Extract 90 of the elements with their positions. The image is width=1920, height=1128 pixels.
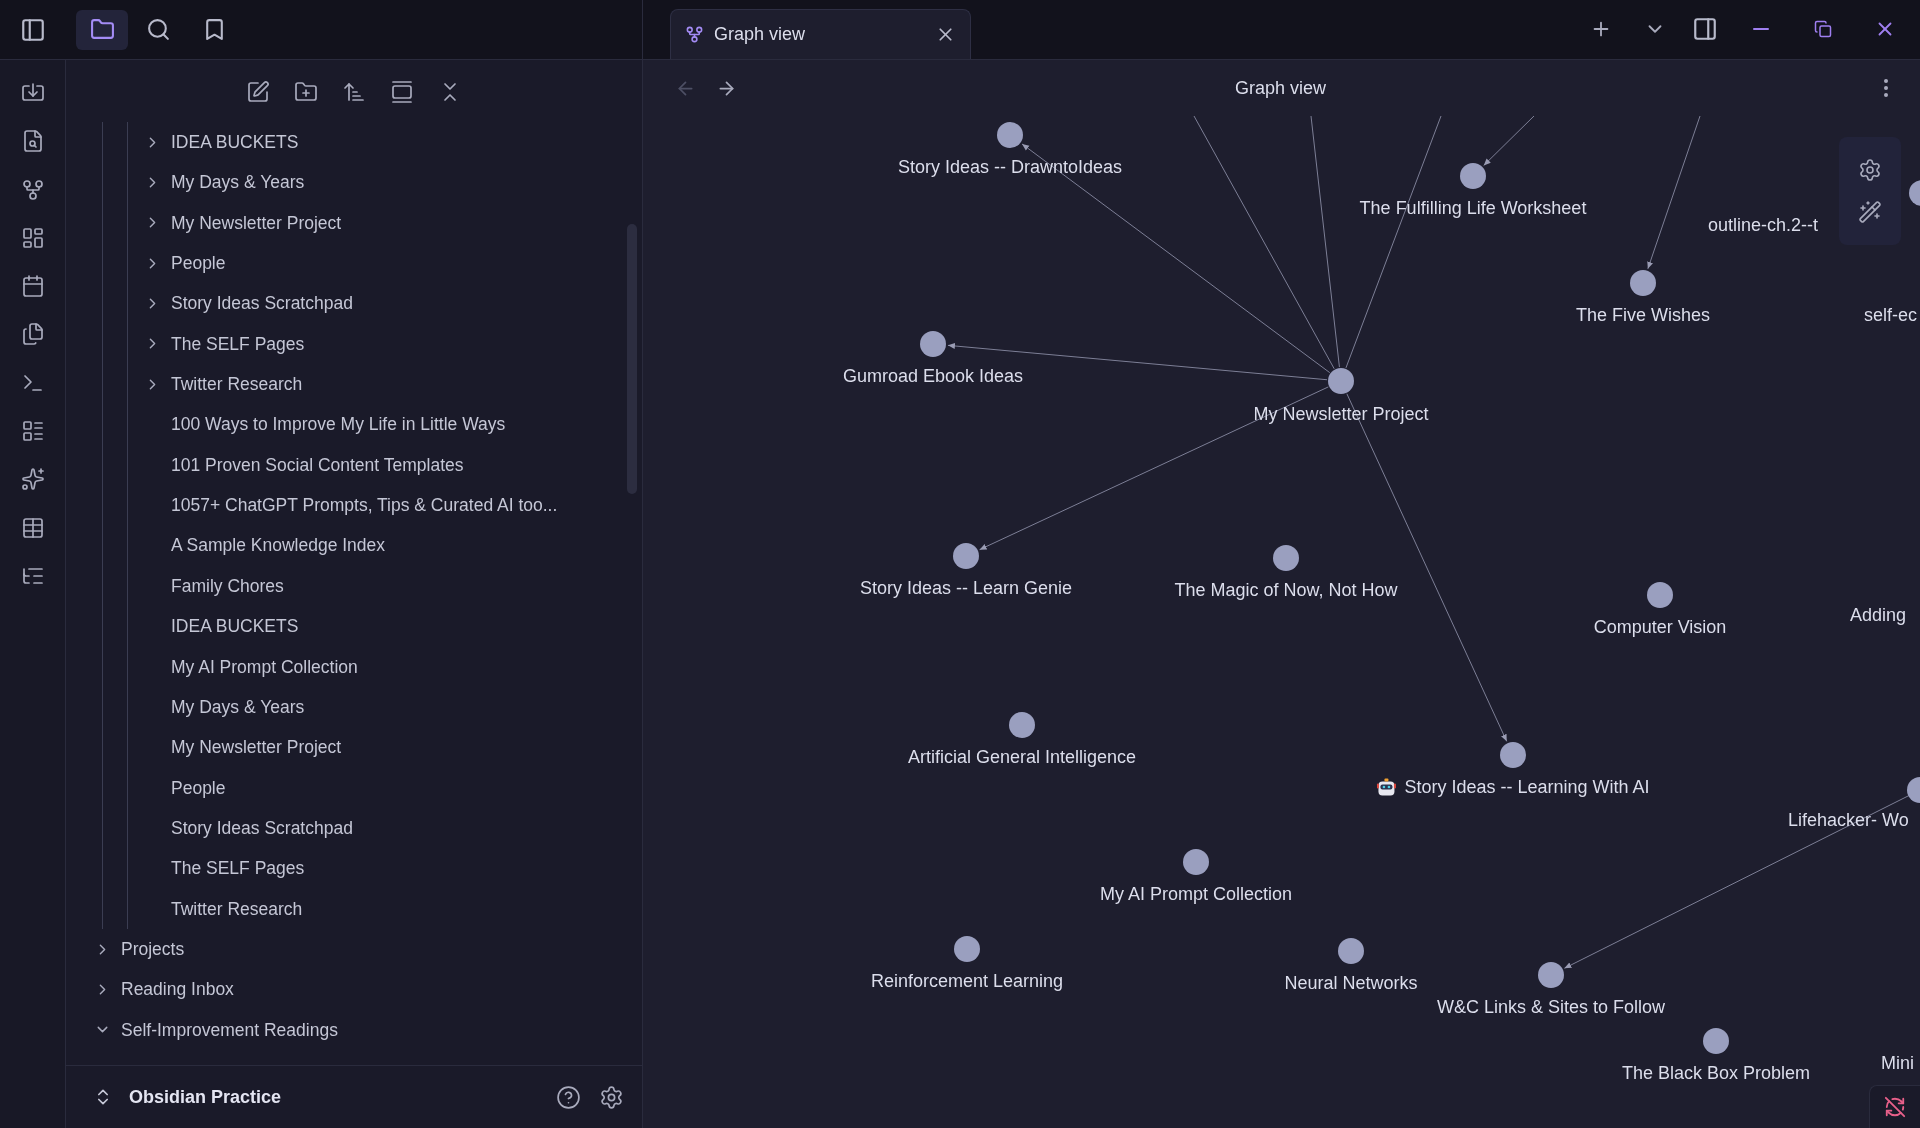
table-icon [20,515,45,540]
graph-node[interactable] [1183,849,1209,875]
new-note-button[interactable] [245,79,271,105]
node-label: outline-ch.2--t [1708,213,1819,237]
restore-icon [1814,20,1832,38]
graph-node[interactable] [954,936,980,962]
settings-icon [599,1084,624,1110]
node-label: W&C Links & Sites to Follow [1436,995,1666,1019]
search-icon [145,17,171,42]
graph-node[interactable] [1647,582,1673,608]
node-label: The Fulfilling Life Worksheet [1359,196,1587,220]
file-item[interactable]: 101 Proven Social Content Templates [66,444,642,486]
folder-item[interactable]: Projects [66,928,642,970]
folder-item[interactable]: My Days & Years [66,162,642,203]
more-vertical-icon [1884,79,1888,97]
file-item[interactable]: The SELF Pages [66,848,642,889]
file-item[interactable]: IDEA BUCKETS [66,606,642,647]
graph-node[interactable] [1538,962,1564,988]
graph-node[interactable] [1338,938,1364,964]
graph-node[interactable] [1273,545,1299,571]
node-label: The Magic of Now, Not How [1174,578,1398,602]
graph-node[interactable] [953,543,979,569]
file-item[interactable]: My AI Prompt Collection [66,646,642,687]
node-label: The Black Box Problem [1621,1061,1811,1085]
file-item[interactable]: Twitter Research [66,888,642,929]
folder-plus-icon [294,80,318,104]
help-icon [556,1084,581,1110]
node-label: My Newsletter Project [1253,402,1429,426]
calendar-icon [20,274,45,299]
folder-item[interactable]: IDEA BUCKETS [66,122,642,163]
folder-icon [89,17,115,42]
file-item[interactable]: A Sample Knowledge Index [66,525,642,566]
node-label: Adding [1850,603,1907,627]
node-label: The Five Wishes [1576,303,1710,327]
file-item[interactable]: Family Chores [66,565,642,607]
graph-icon [20,177,45,202]
graph-node[interactable] [920,331,946,357]
dashboard-icon [20,225,45,250]
file-item[interactable]: Story Ideas Scratchpad [66,807,642,849]
node-label: Story Ideas -- Learn Genie [859,576,1073,600]
file-item[interactable]: 1057+ ChatGPT Prompts, Tips & Curated AI too... [66,485,642,526]
graph-node[interactable] [1328,368,1354,394]
panel-lines-icon [390,80,414,104]
view-title: Graph view [1234,76,1326,100]
node-label: My AI Prompt Collection [1099,882,1293,906]
sparkles-icon [20,467,45,492]
view-tab[interactable]: Graph view [670,9,971,59]
node-label: Story Ideas -- Learning With AI [1376,773,1650,801]
node-label: self-ec [1864,303,1917,327]
node-label: Gumroad Ebook Ideas [842,364,1024,388]
graph-icon [685,25,704,44]
panel-left-icon [20,16,46,43]
graph-node[interactable] [1703,1028,1729,1054]
vault-name[interactable]: Obsidian Practice [129,1083,282,1111]
graph-node[interactable] [1500,742,1526,768]
node-label: Lifehacker- Wo [1788,808,1909,832]
node-label: Story Ideas -- DrawntoIdeas [897,155,1123,179]
graph-node[interactable] [1460,163,1486,189]
graph-node[interactable] [1630,270,1656,296]
file-item[interactable]: People [66,767,642,808]
folder-item[interactable]: Reading Inbox [66,969,642,1010]
magic-wand-icon[interactable] [1858,200,1882,224]
folder-item[interactable]: People [66,243,642,284]
graph-node[interactable] [1009,712,1035,738]
folder-item[interactable]: Self-Improvement Readings [66,1009,642,1050]
folder-item[interactable]: My Newsletter Project [66,202,642,244]
sync-off-icon [1884,1096,1906,1118]
settings-icon[interactable] [1858,158,1882,182]
node-label: Computer Vision [1593,615,1727,639]
panel-right-icon [1692,16,1718,42]
node-label: Mini [1881,1051,1914,1075]
folder-item[interactable]: The SELF Pages [66,323,642,365]
folder-item[interactable]: Twitter Research [66,364,642,405]
node-label: Neural Networks [1284,971,1418,995]
list-layout-icon [20,419,45,444]
sync-status-button[interactable] [1869,1085,1920,1128]
file-item[interactable]: My Days & Years [66,686,642,728]
graph-node[interactable] [997,122,1023,148]
folder-item[interactable]: Story Ideas Scratchpad [66,283,642,324]
pen-square-icon [246,80,270,104]
robot-icon [1376,777,1397,797]
files-icon [20,322,45,347]
node-label: Artificial General Intelligence [907,745,1137,769]
node-label: Reinforcement Learning [870,969,1064,993]
file-item[interactable]: 100 Ways to Improve My Life in Little Ways [66,404,642,445]
file-item[interactable]: My Newsletter Project [66,727,642,768]
sort-ascending-icon [342,80,366,104]
auto-reveal-button[interactable] [389,79,415,105]
minimize-icon [1753,28,1769,30]
sidebar-tab[interactable] [76,9,128,50]
